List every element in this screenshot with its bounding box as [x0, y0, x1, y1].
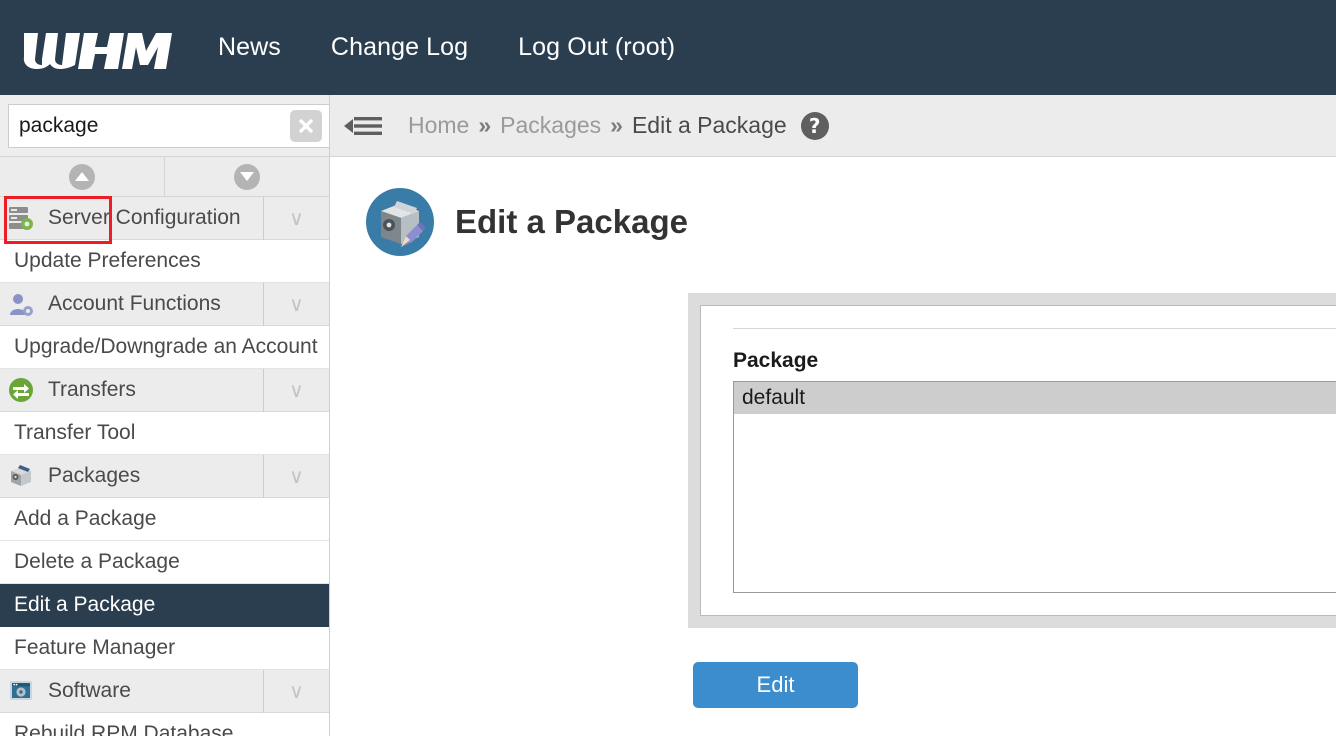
nav-log-out[interactable]: Log Out (root): [502, 29, 691, 66]
package-box-icon: [6, 463, 36, 489]
sidebar: Server Configuration ∨ Update Preference…: [0, 95, 330, 736]
form-panel-inner: Package default ∧ ∨: [700, 305, 1336, 616]
edit-button[interactable]: Edit: [693, 662, 858, 708]
sidebar-category-label: Software: [48, 679, 131, 702]
sidebar-category-account-functions[interactable]: Account Functions ∨: [0, 282, 329, 326]
sidebar-category-server-configuration[interactable]: Server Configuration ∨: [0, 196, 329, 240]
breadcrumb-separator: »: [610, 112, 623, 138]
breadcrumb-separator: »: [478, 112, 492, 138]
body-wrapper: Server Configuration ∨ Update Preference…: [0, 95, 1336, 736]
edit-package-icon: [366, 188, 434, 256]
package-field-label: Package: [733, 349, 819, 372]
sidebar-search-row: [0, 95, 329, 157]
sidebar-item-feature-manager[interactable]: Feature Manager: [0, 627, 329, 670]
breadcrumb-bar: Home » Packages » Edit a Package ?: [330, 95, 1336, 157]
main-content: Home » Packages » Edit a Package ? Edit …: [330, 95, 1336, 736]
search-prev-button[interactable]: [0, 157, 165, 196]
chevron-down-icon[interactable]: ∨: [263, 669, 329, 713]
breadcrumb-edit-a-package: Edit a Package: [631, 112, 787, 138]
transfer-arrows-icon: [6, 377, 36, 403]
sidebar-category-software[interactable]: Software ∨: [0, 669, 329, 713]
panel-divider: [733, 328, 1336, 329]
user-gear-icon: [6, 291, 36, 317]
search-nav-buttons: [0, 157, 329, 197]
collapse-menu-icon[interactable]: [344, 111, 386, 141]
search-input[interactable]: [19, 105, 290, 146]
sidebar-menu: Server Configuration ∨ Update Preference…: [0, 196, 329, 736]
breadcrumb-packages[interactable]: Packages: [500, 112, 601, 139]
breadcrumb-home[interactable]: Home: [408, 112, 469, 139]
sidebar-category-transfers[interactable]: Transfers ∨: [0, 368, 329, 412]
sidebar-item-delete-a-package[interactable]: Delete a Package: [0, 541, 329, 584]
chevron-down-icon[interactable]: ∨: [263, 368, 329, 412]
package-listbox-options: default: [734, 382, 1336, 592]
sidebar-item-transfer-tool[interactable]: Transfer Tool: [0, 412, 329, 455]
list-item[interactable]: default: [734, 382, 1336, 414]
chevron-down-icon[interactable]: ∨: [263, 196, 329, 240]
page-header: Edit a Package: [330, 157, 1336, 257]
package-listbox[interactable]: default ∧ ∨: [733, 381, 1336, 593]
chevron-down-icon[interactable]: ∨: [263, 454, 329, 498]
search-box[interactable]: [8, 103, 329, 148]
sidebar-item-update-preferences[interactable]: Update Preferences: [0, 240, 329, 283]
whm-logo[interactable]: [22, 25, 174, 71]
server-gear-icon: [6, 205, 36, 231]
sidebar-category-label: Server Configuration: [48, 206, 241, 229]
sidebar-item-edit-a-package[interactable]: Edit a Package: [0, 584, 329, 627]
top-header: News Change Log Log Out (root): [0, 0, 1336, 95]
page-title: Edit a Package: [455, 203, 688, 240]
software-window-icon: [6, 678, 36, 704]
help-icon[interactable]: ?: [800, 111, 829, 140]
chevron-down-icon[interactable]: ∨: [263, 282, 329, 326]
sidebar-category-label: Packages: [48, 464, 141, 487]
sidebar-item-add-a-package[interactable]: Add a Package: [0, 498, 329, 541]
down-arrow-icon: [234, 163, 260, 190]
header-nav: News Change Log Log Out (root): [202, 29, 709, 66]
nav-change-log[interactable]: Change Log: [315, 29, 484, 66]
clear-search-icon[interactable]: [290, 109, 322, 142]
form-panel: Package default ∧ ∨: [688, 293, 1336, 628]
nav-news[interactable]: News: [202, 29, 297, 66]
sidebar-category-packages[interactable]: Packages ∨: [0, 454, 329, 498]
sidebar-item-rebuild-rpm-database[interactable]: Rebuild RPM Database: [0, 713, 329, 736]
sidebar-category-label: Account Functions: [48, 292, 221, 315]
search-next-button[interactable]: [165, 157, 329, 196]
sidebar-category-label: Transfers: [48, 378, 136, 401]
sidebar-item-upgrade-downgrade-an-account[interactable]: Upgrade/Downgrade an Account: [0, 326, 329, 369]
up-arrow-icon: [69, 163, 95, 190]
